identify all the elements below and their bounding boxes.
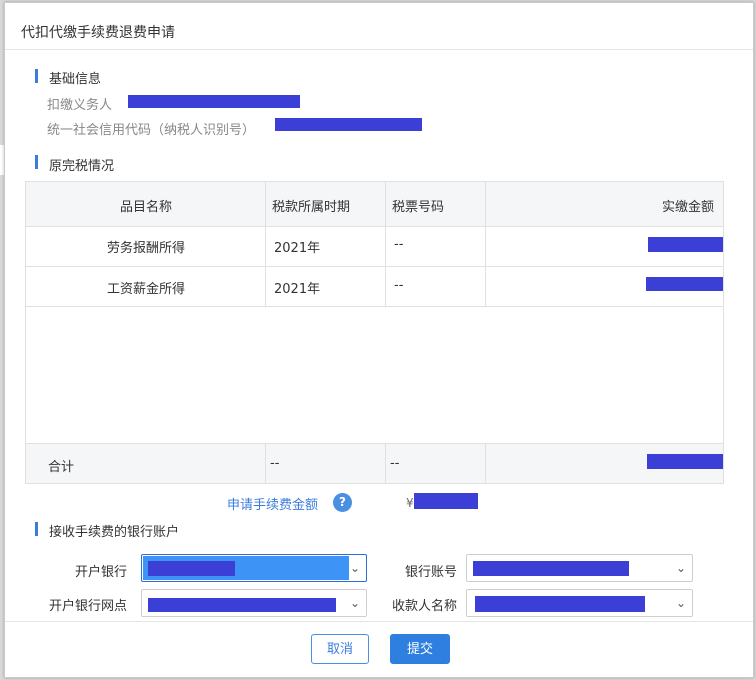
credit-code-label: 统一社会信用代码（纳税人识别号） (47, 123, 256, 138)
table-total-row: 合计 -- -- (26, 443, 723, 483)
branch-value-redacted (148, 598, 336, 612)
tax-table: 品目名称 税款所属时期 税票号码 实缴金额 劳务报酬所得 2021年 -- 工资… (25, 181, 724, 484)
payee-label: 收款人名称 (391, 599, 457, 614)
branch-select[interactable]: ⌄ (141, 589, 367, 617)
account-label: 银行账号 (404, 565, 457, 580)
payee-value-redacted (475, 596, 645, 612)
total-amount-redacted (647, 454, 723, 469)
bank-value-redacted (148, 561, 235, 576)
column-divider (385, 444, 386, 483)
cancel-button[interactable]: 取消 (311, 634, 369, 664)
cell-item-name: 劳务报酬所得 (106, 241, 185, 256)
row-divider (26, 306, 723, 307)
header-ticket-number: 税票号码 (392, 200, 445, 215)
dialog-title: 代扣代缴手续费退费申请 (21, 25, 175, 41)
cell-paid-amount-redacted (648, 237, 723, 252)
cell-ticket-number: -- (394, 278, 404, 293)
title-divider (5, 49, 753, 50)
payee-select[interactable]: ⌄ (466, 589, 693, 617)
section-marker (35, 69, 38, 83)
column-divider (385, 182, 386, 306)
cell-item-name: 工资薪金所得 (106, 282, 185, 297)
bank-label: 开户银行 (74, 565, 127, 580)
table-header: 品目名称 税款所属时期 税票号码 实缴金额 (26, 182, 723, 227)
total-label: 合计 (48, 460, 75, 475)
currency-symbol: ¥ (406, 496, 414, 510)
credit-code-value-redacted (275, 118, 422, 131)
cell-tax-period: 2021年 (274, 241, 321, 256)
header-item-name: 品目名称 (119, 200, 172, 215)
column-divider (265, 444, 266, 483)
section-marker (35, 522, 38, 536)
account-select[interactable]: ⌄ (466, 554, 693, 582)
row-divider (26, 266, 723, 267)
chevron-down-icon: ⌄ (349, 561, 360, 575)
total-ticket: -- (390, 456, 400, 471)
fee-amount-label: 申请手续费金额 (227, 498, 319, 513)
header-tax-period: 税款所属时期 (272, 200, 351, 215)
section-marker (35, 155, 38, 169)
branch-label: 开户银行网点 (48, 599, 127, 614)
cell-ticket-number: -- (394, 237, 404, 252)
bank-select[interactable]: ⌄ (141, 554, 367, 582)
column-divider (485, 444, 486, 483)
column-divider (485, 182, 486, 306)
cell-tax-period: 2021年 (274, 282, 321, 297)
section-tax-status: 原完税情况 (49, 159, 115, 174)
help-icon[interactable]: ? (333, 493, 352, 512)
cell-paid-amount-redacted (646, 277, 723, 291)
section-bank-account: 接收手续费的银行账户 (49, 525, 180, 540)
header-paid-amount: 实缴金额 (662, 200, 715, 215)
submit-button[interactable]: 提交 (390, 634, 450, 664)
fee-amount-redacted (414, 493, 478, 509)
section-basic-info: 基础信息 (49, 72, 102, 87)
fee-refund-dialog: 代扣代缴手续费退费申请 基础信息 扣缴义务人 统一社会信用代码（纳税人识别号） … (4, 2, 754, 678)
chevron-down-icon: ⌄ (675, 596, 686, 610)
chevron-down-icon: ⌄ (675, 561, 686, 575)
withholder-value-redacted (128, 95, 300, 108)
footer-divider (5, 621, 753, 622)
withholder-label: 扣缴义务人 (47, 98, 113, 113)
account-value-redacted (473, 561, 629, 576)
total-period: -- (270, 456, 280, 471)
chevron-down-icon: ⌄ (349, 596, 360, 610)
